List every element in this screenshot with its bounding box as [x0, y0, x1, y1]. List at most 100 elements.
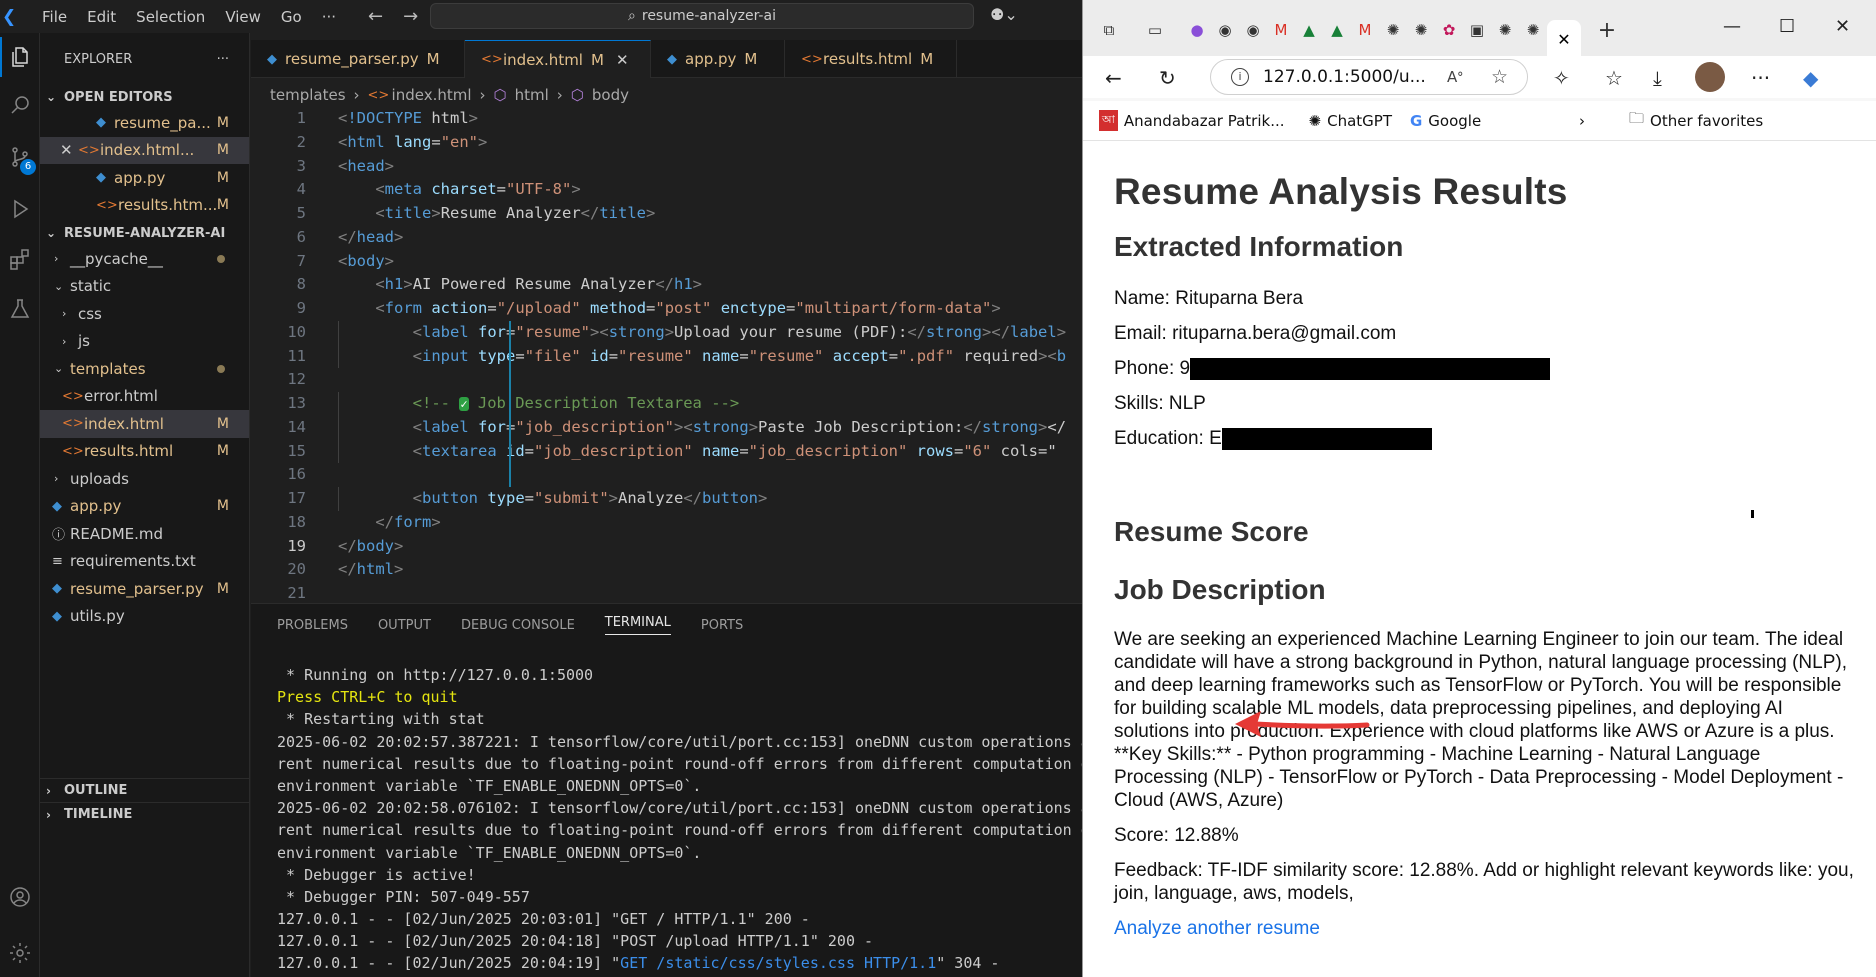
minimize-icon[interactable]: —: [1723, 16, 1741, 37]
workspaces-icon[interactable]: ⧉: [1095, 16, 1123, 44]
analyze-another-link[interactable]: Analyze another resume: [1114, 918, 1320, 939]
terminal-link[interactable]: GET /static/css/styles.css HTTP/1.1: [620, 954, 936, 972]
more-menu-icon[interactable]: ···: [1751, 66, 1770, 90]
menu-file[interactable]: File: [32, 8, 77, 26]
favorite-google[interactable]: G Google: [1410, 112, 1481, 130]
favorites-icon[interactable]: ☆: [1605, 66, 1623, 90]
tab-terminal[interactable]: TERMINAL: [604, 615, 671, 635]
chatgpt-tab-icon[interactable]: ✺: [1491, 16, 1519, 44]
favorite-star-icon[interactable]: ☆: [1491, 66, 1508, 88]
file-readme[interactable]: ⓘ README.md: [40, 520, 249, 548]
open-editor-index-html[interactable]: ✕ <> index.html... M: [40, 136, 249, 164]
back-arrow-icon[interactable]: ←: [368, 6, 383, 27]
command-center-search[interactable]: ⌕ resume-analyzer-ai: [430, 3, 974, 29]
window-close-icon[interactable]: ✕: [1835, 16, 1850, 37]
more-actions-icon[interactable]: ···: [217, 52, 229, 67]
chevron-right-icon[interactable]: ›: [1579, 112, 1585, 130]
folder-js[interactable]: › js: [40, 328, 249, 356]
tab-resume-parser[interactable]: ◆ resume_parser.py M: [251, 40, 465, 78]
favorite-chatgpt[interactable]: ✺ ChatGPT: [1309, 112, 1392, 130]
folder-static[interactable]: ⌄ static: [40, 273, 249, 301]
refresh-icon[interactable]: ↻: [1159, 66, 1176, 90]
downloads-icon[interactable]: ⤓: [1653, 66, 1662, 90]
menu-more[interactable]: ···: [312, 8, 346, 26]
chatgpt-tab-icon[interactable]: ✺: [1407, 16, 1435, 44]
run-debug-icon[interactable]: [0, 189, 40, 229]
file-requirements[interactable]: ≡ requirements.txt: [40, 548, 249, 576]
open-editor-app-py[interactable]: ◆ app.py M: [40, 164, 249, 192]
copilot-icon[interactable]: ⚉⌄: [990, 5, 1018, 24]
gmail-tab-icon[interactable]: M: [1351, 16, 1379, 44]
folder-uploads[interactable]: › uploads: [40, 465, 249, 493]
menu-view[interactable]: View: [215, 8, 271, 26]
other-favorites[interactable]: 🗀 Other favorites: [1629, 108, 1763, 133]
breadcrumb-folder[interactable]: templates: [270, 86, 346, 104]
outline-section[interactable]: › OUTLINE: [40, 778, 250, 802]
code-editor[interactable]: 1 <!DOCTYPE html> 2 <html lang="en"> 3 <head>…: [251, 107, 1082, 603]
project-section[interactable]: ⌄ RESUME-ANALYZER-AI: [40, 221, 249, 245]
gmail-tab-icon[interactable]: M: [1267, 16, 1295, 44]
tab-actions-icon[interactable]: ▭: [1141, 16, 1169, 44]
open-editor-results-html[interactable]: <> results.htm... M: [40, 192, 249, 220]
folder-css[interactable]: › css: [40, 300, 249, 328]
folder-templates[interactable]: ⌄ templates: [40, 355, 249, 383]
tab-favicon-icon[interactable]: ●: [1183, 16, 1211, 44]
file-index-html[interactable]: <> index.html M: [40, 410, 249, 438]
favorite-anandabazar[interactable]: আ Anandabazar Patrik...: [1099, 110, 1285, 131]
folder-pycache[interactable]: › __pycache__: [40, 245, 249, 273]
tab-debug-console[interactable]: DEBUG CONSOLE: [461, 618, 575, 633]
tab-output[interactable]: OUTPUT: [378, 618, 431, 633]
menu-selection[interactable]: Selection: [126, 8, 215, 26]
tab-problems[interactable]: PROBLEMS: [277, 618, 348, 633]
drive-tab-icon[interactable]: ▲: [1295, 16, 1323, 44]
drive-tab-icon[interactable]: ▲: [1323, 16, 1351, 44]
account-icon[interactable]: [0, 877, 40, 917]
tab-close-icon[interactable]: ✕: [616, 51, 629, 69]
copilot-icon[interactable]: ◆: [1803, 66, 1818, 90]
active-tab[interactable]: ✕: [1547, 20, 1581, 58]
menu-edit[interactable]: Edit: [77, 8, 126, 26]
maximize-icon[interactable]: ☐: [1779, 16, 1795, 37]
source-control-icon[interactable]: 6: [0, 137, 40, 177]
breadcrumb-file[interactable]: index.html: [392, 86, 472, 104]
testing-flask-icon[interactable]: [0, 289, 40, 329]
new-tab-icon[interactable]: +: [1593, 16, 1621, 44]
tab-results-html[interactable]: <> results.html M: [785, 40, 957, 78]
terminal-output[interactable]: * Running on http://127.0.0.1:5000 Press…: [251, 646, 1090, 977]
read-aloud-icon[interactable]: Aᐤ: [1447, 68, 1463, 86]
close-icon[interactable]: ✕: [60, 141, 78, 159]
tab-favicon-icon[interactable]: ✿: [1435, 16, 1463, 44]
file-app-py[interactable]: ◆ app.py M: [40, 493, 249, 521]
file-error-html[interactable]: <> error.html: [40, 383, 249, 411]
breadcrumb-body[interactable]: body: [592, 86, 629, 104]
extensions-puzzle-icon[interactable]: ✧: [1553, 66, 1570, 90]
tab-ports[interactable]: PORTS: [701, 618, 743, 633]
settings-gear-icon[interactable]: [0, 933, 40, 973]
menu-go[interactable]: Go: [271, 8, 312, 26]
search-view-icon[interactable]: [0, 85, 40, 125]
file-utils-py[interactable]: ◆ utils.py: [40, 603, 249, 631]
address-bar[interactable]: i 127.0.0.1:5000/u... Aᐤ ☆: [1210, 59, 1528, 95]
terminal-line: 127.0.0.1 - - [02/Jun/2025 20:03:01] "GE…: [277, 910, 810, 929]
github-tab-icon[interactable]: ◉: [1239, 16, 1267, 44]
back-arrow-icon[interactable]: ←: [1105, 66, 1122, 90]
explorer-icon[interactable]: [0, 37, 40, 77]
tab-index-html[interactable]: <> index.html M ✕: [465, 40, 651, 78]
chatgpt-tab-icon[interactable]: ✺: [1519, 16, 1547, 44]
open-editor-resume-parser[interactable]: ◆ resume_pa... M: [40, 109, 249, 137]
file-resume-parser[interactable]: ◆ resume_parser.py M: [40, 575, 249, 603]
file-results-html[interactable]: <> results.html M: [40, 438, 249, 466]
timeline-section[interactable]: › TIMELINE: [40, 802, 250, 826]
tab-app-py[interactable]: ◆ app.py M: [651, 40, 785, 78]
code-text: <title>Resume Analyzer</title>: [375, 204, 656, 222]
forward-arrow-icon[interactable]: →: [403, 6, 418, 27]
tab-close-icon[interactable]: ✕: [1557, 30, 1570, 49]
breadcrumb-html[interactable]: html: [515, 86, 549, 104]
github-tab-icon[interactable]: ◉: [1211, 16, 1239, 44]
site-info-icon[interactable]: i: [1231, 68, 1249, 86]
avatar[interactable]: [1695, 62, 1725, 92]
open-editors-section[interactable]: ⌄ OPEN EDITORS: [40, 85, 249, 109]
extensions-icon[interactable]: [0, 239, 40, 279]
terminal-tab-icon[interactable]: ▣: [1463, 16, 1491, 44]
chatgpt-tab-icon[interactable]: ✺: [1379, 16, 1407, 44]
